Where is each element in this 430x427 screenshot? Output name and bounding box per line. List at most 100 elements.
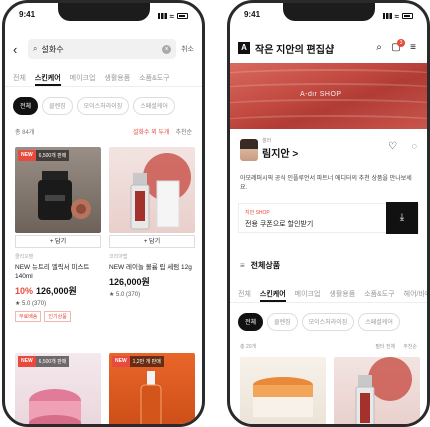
tab-living[interactable]: 생활용품 [329, 285, 355, 302]
sort-dropdown[interactable]: 추천순 [403, 343, 417, 350]
section-title: 전체상품 [250, 261, 281, 270]
chip-all[interactable]: 전체 [13, 97, 39, 115]
tab-living[interactable]: 생활용품 [104, 69, 130, 86]
chip-cleansing[interactable]: 클렌징 [42, 97, 73, 115]
product-brand: 클리오맨 [15, 254, 34, 260]
status-time: 9:41 [244, 10, 261, 19]
cream-jar-image [253, 377, 313, 417]
rating-value: 5.0 (370) [116, 292, 141, 298]
chip-all[interactable]: 전체 [238, 313, 264, 331]
banner-text: A-dir SHOP [300, 91, 342, 98]
download-icon[interactable]: ⤓ [386, 202, 418, 234]
phone-editor-shop: 9:41 ≈ A 작은 지안의 편집샵 ⌕ ▢ 3 ≡ A-dir SHOP 셀러… [227, 0, 430, 427]
product-image [109, 147, 195, 233]
tab-all[interactable]: 전체 [13, 69, 26, 86]
chat-bubble-icon[interactable]: ◌ [412, 141, 417, 151]
status-icons: ≈ [382, 10, 413, 22]
tab-all[interactable]: 전체 [238, 285, 251, 302]
product-image[interactable] [334, 357, 420, 424]
seller-description: 아모레퍼시픽 공식 인플루언서 파트너 에디터의 추천 상품을 만나보세요. [240, 176, 412, 191]
tab-skincare[interactable]: 스킨케어 [34, 69, 61, 86]
chip-special-care[interactable]: 스페셜케어 [358, 313, 400, 331]
battery-icon [177, 13, 188, 19]
product-badge: NEW 6,500개 판매 [18, 356, 70, 367]
seller-profile: 셀러 림지안 > ♡ ◌ [240, 135, 417, 171]
shop-header: A 작은 지안의 편집샵 ⌕ ▢ 3 ≡ [230, 37, 427, 59]
product-badge: NEW 1,2만 개 판매 [112, 356, 164, 367]
product-name: NEW 레이놀 볼륨 립 세럼 12g [109, 264, 192, 271]
sort-dropdown[interactable]: 추천순 [175, 127, 192, 139]
search-icon[interactable]: ⌕ [373, 42, 385, 54]
sort-row: 총 20개 필터 전체 추천순 [240, 343, 417, 350]
chip-cleansing[interactable]: 클렌징 [267, 313, 298, 331]
tab-tools[interactable]: 소품&도구 [139, 69, 169, 86]
status-icons: ≈ [157, 10, 188, 22]
chip-moisturizing[interactable]: 모이스처라이징 [301, 313, 355, 331]
tab-makeup[interactable]: 메이크업 [70, 69, 96, 86]
product-price-row: 10% 126,000원 [15, 284, 101, 297]
wifi-icon: ≈ [394, 11, 399, 21]
back-arrow-icon[interactable]: ‹ [13, 42, 23, 57]
new-badge: NEW [112, 356, 130, 367]
product-card[interactable]: + 담기 코리아랩 NEW 레이놀 볼륨 립 세럼 12g 126,000원 ★… [109, 147, 195, 298]
battery-icon [402, 13, 413, 19]
result-count: 총 20개 [240, 344, 257, 350]
product-image: NEW 1,2만 개 판매 [109, 353, 195, 424]
coupon-label: 지안 SHOP [245, 210, 270, 216]
brand-filter-dropdown[interactable]: 설화수 외 두개 [133, 127, 169, 139]
tab-tools[interactable]: 소품&도구 [364, 285, 394, 302]
product-image: NEW 6,500개 판매 [15, 147, 101, 233]
tag-free-shipping: 무료배송 [15, 311, 42, 322]
product-badge: NEW 6,500개 판매 [18, 150, 70, 161]
clear-icon[interactable]: × [162, 44, 172, 54]
product-card[interactable]: NEW 6,500개 판매 + 담기 클리오맨 NEW 뉴트리 엘릭서 미스트 … [15, 147, 101, 322]
shop-title: 작은 지안의 편집샵 [255, 44, 335, 56]
product-image[interactable] [240, 357, 326, 424]
tab-skincare[interactable]: 스킨케어 [259, 285, 286, 302]
tab-hair-body[interactable]: 헤어/바디 [404, 285, 427, 302]
product-tags: 무료배송 인기상품 [15, 311, 101, 322]
list-icon: ≡ [240, 261, 245, 270]
filter-chips: 전체 클렌징 모이스처라이징 스페셜케어 [230, 313, 427, 331]
seller-role: 셀러 [262, 138, 272, 144]
menu-icon[interactable]: ≡ [407, 42, 419, 54]
cart-count-badge: 3 [397, 39, 405, 47]
seller-name[interactable]: 림지안 > [262, 145, 298, 160]
product-brand: 코리아랩 [109, 254, 128, 260]
coupon-text: 전용 쿠폰으로 할인받기 [245, 221, 314, 228]
signal-icon [382, 13, 392, 19]
star-icon: ★ [15, 301, 23, 307]
brand-logo[interactable]: A [238, 42, 250, 54]
wifi-icon: ≈ [169, 11, 174, 21]
product-name: NEW 뉴트리 엘릭서 미스트 140ml [15, 264, 90, 280]
coupon-box[interactable]: 지안 SHOP 전용 쿠폰으로 할인받기 ⤓ [238, 202, 419, 234]
tab-makeup[interactable]: 메이크업 [295, 285, 321, 302]
notch [57, 3, 150, 21]
notch [282, 3, 375, 21]
product-card[interactable]: NEW 1,2만 개 판매 [109, 353, 195, 424]
search-icon: ⌕ [33, 44, 38, 53]
star-icon: ★ [109, 292, 117, 298]
product-rating: ★ 5.0 (370) [15, 300, 101, 307]
search-input[interactable]: ⌕ 설화수 × [28, 39, 177, 59]
tag-popular: 인기상품 [44, 311, 71, 322]
cancel-button[interactable]: 취소 [181, 44, 194, 54]
add-to-cart-button[interactable]: + 담기 [109, 235, 195, 248]
chip-moisturizing[interactable]: 모이스처라이징 [76, 97, 130, 115]
category-tabs: 전체 스킨케어 메이크업 생활용품 소품&도구 [5, 69, 202, 87]
product-price-row: 126,000원 [109, 275, 195, 288]
chip-special-care[interactable]: 스페셜케어 [133, 97, 175, 115]
new-badge: NEW [18, 356, 36, 367]
add-to-cart-button[interactable]: + 담기 [15, 235, 101, 248]
search-query: 설화수 [41, 44, 64, 54]
category-tabs: 전체 스킨케어 메이크업 생활용품 소품&도구 헤어/바디 [230, 285, 427, 303]
avatar[interactable] [240, 139, 258, 161]
rating-value: 5.0 (370) [22, 301, 47, 307]
signal-icon [157, 13, 167, 19]
sales-badge: 6,500개 판매 [35, 356, 70, 367]
shop-banner: A-dir SHOP [230, 63, 427, 129]
cart-icon[interactable]: ▢ 3 [390, 39, 405, 54]
heart-icon[interactable]: ♡ [388, 141, 397, 152]
product-card[interactable]: NEW 6,500개 판매 [15, 353, 101, 424]
filter-dropdown[interactable]: 필터 전체 [375, 343, 395, 350]
